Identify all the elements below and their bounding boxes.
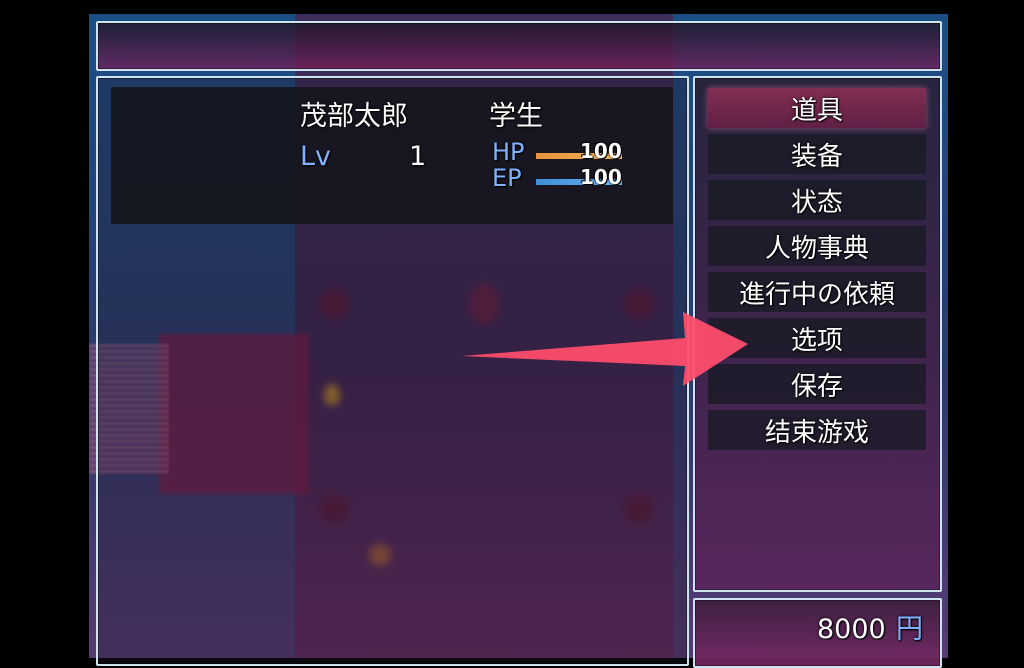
- annotation-arrow-icon: [462, 312, 748, 386]
